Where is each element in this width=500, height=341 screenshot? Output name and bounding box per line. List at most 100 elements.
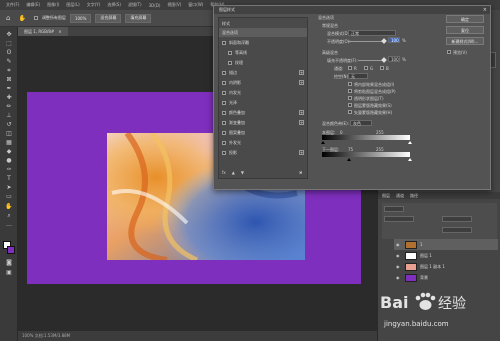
hand-tool-icon[interactable]: ✋ — [5, 203, 13, 210]
style-item-color-overlay[interactable]: 颜色叠加 + — [219, 108, 307, 117]
fill-screen-button[interactable]: 填充屏幕 — [125, 13, 152, 23]
background-color-swatch[interactable] — [7, 246, 15, 254]
move-up-icon[interactable]: ▲ — [232, 170, 235, 175]
more-tools-icon[interactable]: … — [5, 221, 13, 228]
preview-checkbox[interactable] — [447, 50, 451, 54]
document-tab[interactable]: 图层 1, RGB/8# × — [18, 27, 68, 36]
tab-paths[interactable]: 路径 — [410, 192, 418, 199]
this-layer-white-handle[interactable] — [408, 141, 412, 144]
quick-mask-icon[interactable]: ◙ — [5, 259, 13, 266]
menu-window[interactable]: 窗口(W) — [188, 2, 203, 8]
layer-row[interactable]: ◉ 1 — [394, 239, 498, 250]
blend-mode-select[interactable]: 正常 — [348, 30, 396, 36]
style-item-drop-shadow[interactable]: 投影 + — [219, 148, 307, 157]
opacity-field[interactable] — [442, 216, 472, 222]
checkbox[interactable] — [222, 90, 226, 95]
add-icon[interactable]: + — [299, 80, 304, 85]
add-icon[interactable]: + — [299, 110, 304, 115]
style-item-satin[interactable]: 光泽 — [219, 98, 307, 107]
blur-tool-icon[interactable]: ◆ — [5, 148, 13, 155]
opacity-input[interactable]: 100 — [388, 37, 400, 43]
fill-field[interactable] — [442, 227, 472, 233]
checkbox[interactable] — [222, 100, 226, 105]
healing-brush-icon[interactable]: ✚ — [5, 94, 13, 101]
option-checkbox[interactable] — [348, 103, 352, 107]
this-layer-gradient-bar[interactable] — [322, 135, 410, 140]
sample-all-layers-checkbox[interactable] — [33, 16, 38, 20]
reset-button[interactable]: 复位 — [446, 26, 484, 34]
shape-tool-icon[interactable]: ▭ — [5, 193, 13, 200]
option-checkbox[interactable] — [348, 96, 352, 100]
quick-select-tool-icon[interactable]: ✎ — [5, 58, 13, 65]
screen-mode-icon[interactable]: ▣ — [5, 269, 13, 276]
history-brush-icon[interactable]: ↺ — [5, 121, 13, 128]
underlying-layer-black-handle[interactable] — [347, 158, 351, 161]
style-item-bevel-emboss[interactable]: 斜面和浮雕 — [219, 38, 307, 47]
menu-layer[interactable]: 图层(L) — [66, 2, 79, 8]
eye-icon[interactable]: ◉ — [396, 264, 402, 269]
add-icon[interactable]: + — [299, 120, 304, 125]
home-icon[interactable]: ⌂ — [6, 14, 10, 22]
menu-select[interactable]: 选择(S) — [107, 2, 121, 8]
frame-tool-icon[interactable]: ⊠ — [5, 76, 13, 83]
blend-if-select[interactable]: 灰色 — [350, 120, 372, 126]
channel-b-checkbox[interactable] — [380, 66, 384, 70]
layer-filter-dropdown[interactable] — [384, 206, 404, 212]
checkbox[interactable] — [222, 70, 226, 75]
style-item-contour[interactable]: 等高线 — [219, 48, 307, 57]
close-icon[interactable]: × — [483, 6, 487, 14]
knockout-select[interactable]: 无 — [348, 73, 368, 79]
crop-tool-icon[interactable]: ⌗ — [5, 67, 13, 74]
channel-g-checkbox[interactable] — [364, 66, 368, 70]
eyedropper-tool-icon[interactable]: ✒ — [5, 85, 13, 92]
option-checkbox[interactable] — [348, 82, 352, 86]
layer-row[interactable]: ◉ 背景 — [394, 272, 498, 283]
style-item-blending-options[interactable]: 混合选项 — [219, 28, 307, 37]
option-checkbox[interactable] — [348, 89, 352, 93]
checkbox[interactable] — [222, 150, 226, 155]
eye-icon[interactable]: ◉ — [396, 275, 402, 280]
add-icon[interactable]: + — [299, 70, 304, 75]
menu-type[interactable]: 文字(Y) — [87, 2, 101, 8]
style-item-inner-shadow[interactable]: 内阴影 + — [219, 78, 307, 87]
zoom-tool-icon[interactable]: ⌕ — [5, 212, 13, 219]
menu-edit[interactable]: 编辑(E) — [26, 2, 40, 8]
tab-layers[interactable]: 图层 — [382, 192, 390, 199]
style-item-outer-glow[interactable]: 外发光 — [219, 138, 307, 147]
opacity-slider-handle[interactable] — [381, 38, 387, 44]
blend-mode-dropdown[interactable] — [384, 216, 414, 222]
move-down-icon[interactable]: ▼ — [241, 170, 244, 175]
lasso-tool-icon[interactable]: ʘ — [5, 49, 13, 56]
fill-opacity-slider[interactable] — [358, 60, 384, 61]
add-icon[interactable]: + — [299, 150, 304, 155]
clone-stamp-icon[interactable]: ⊥ — [5, 112, 13, 119]
checkbox[interactable] — [222, 130, 226, 135]
fill-opacity-slider-handle[interactable] — [381, 57, 387, 63]
trash-icon[interactable]: ✖ — [299, 170, 302, 175]
checkbox[interactable] — [222, 140, 226, 145]
layer-row[interactable]: ◉ 图层 1 副本 1 — [394, 261, 498, 272]
menu-3d[interactable]: 3D(D) — [149, 3, 161, 8]
this-layer-black-handle[interactable] — [321, 141, 325, 144]
path-select-tool-icon[interactable]: ➤ — [5, 184, 13, 191]
dodge-tool-icon[interactable]: ● — [5, 157, 13, 164]
gradient-tool-icon[interactable]: ▦ — [5, 139, 13, 146]
style-item-gradient-overlay[interactable]: 渐变叠加 + — [219, 118, 307, 127]
fill-opacity-input[interactable]: 100 — [388, 56, 400, 62]
tab-channels[interactable]: 通道 — [396, 192, 404, 199]
new-style-button[interactable]: 新建样式(W)... — [446, 37, 484, 45]
eraser-tool-icon[interactable]: ◫ — [5, 130, 13, 137]
checkbox[interactable] — [222, 40, 226, 45]
brush-tool-icon[interactable]: ✏ — [5, 103, 13, 110]
underlying-layer-gradient-bar[interactable] — [322, 152, 410, 157]
checkbox[interactable] — [228, 60, 232, 65]
style-item-pattern-overlay[interactable]: 图案叠加 — [219, 128, 307, 137]
checkbox[interactable] — [222, 120, 226, 125]
eye-icon[interactable]: ◉ — [396, 253, 402, 258]
checkbox[interactable] — [228, 50, 232, 55]
menu-image[interactable]: 图像(I) — [47, 2, 59, 8]
checkbox[interactable] — [222, 80, 226, 85]
eye-icon[interactable]: ◉ — [396, 242, 402, 247]
type-tool-icon[interactable]: T — [5, 175, 13, 182]
menu-filter[interactable]: 滤镜(T) — [128, 2, 142, 8]
